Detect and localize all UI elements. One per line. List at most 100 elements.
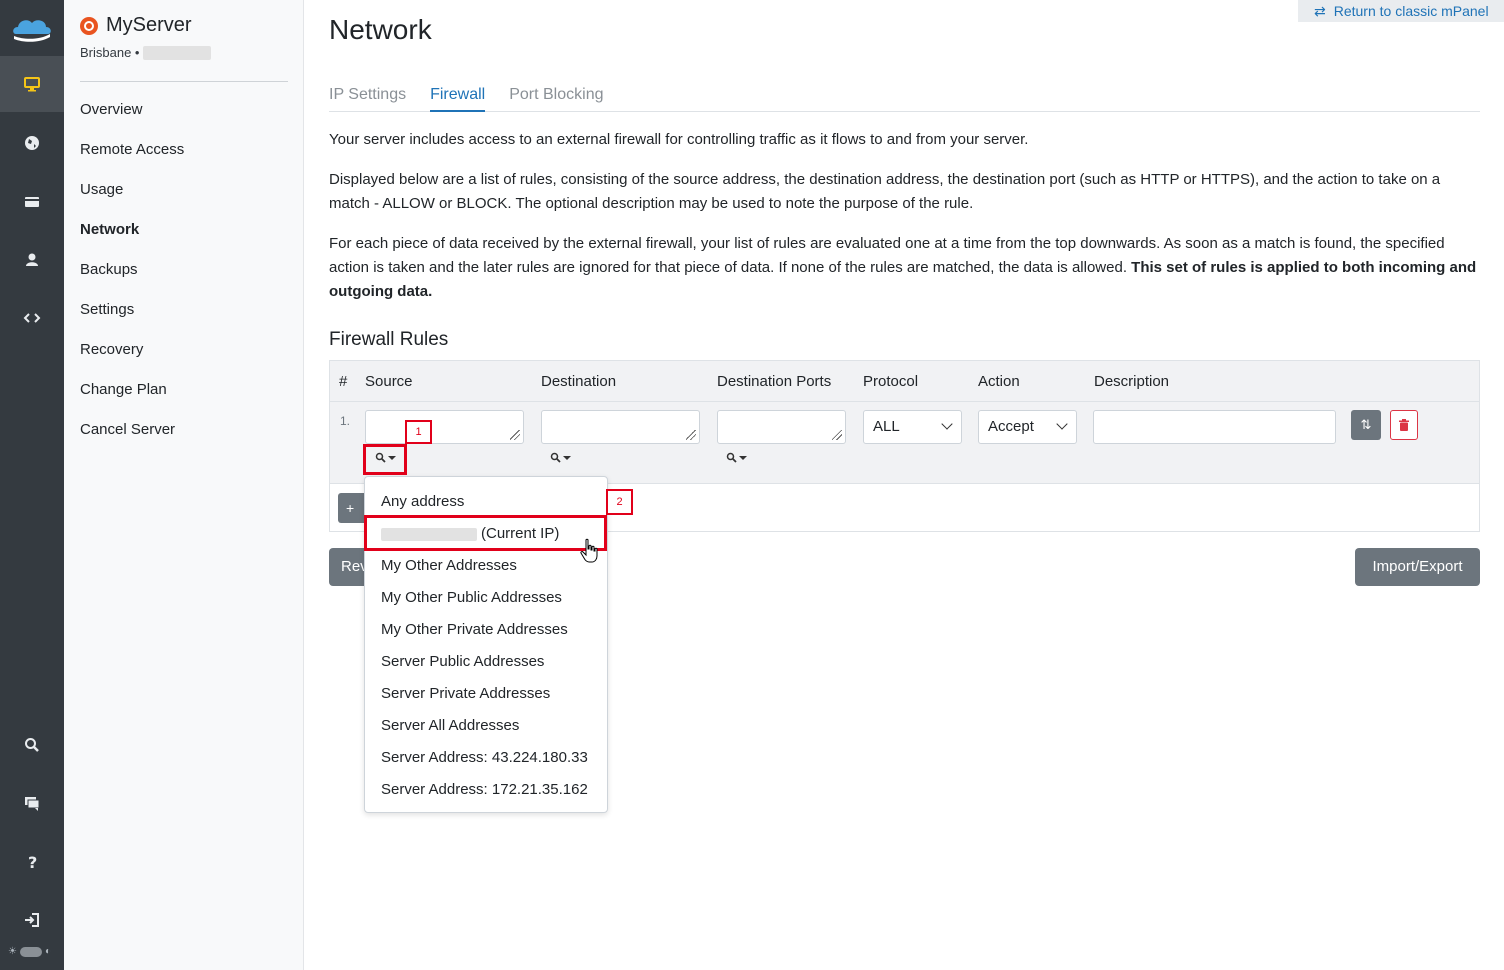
rules-paragraph: Displayed below are a list of rules, con… [329, 171, 1441, 212]
tab-firewall[interactable]: Firewall [430, 84, 486, 112]
dropdown-item-server-address-public[interactable]: Server Address: 43.224.180.33 [365, 742, 607, 774]
rail-servers[interactable] [0, 56, 64, 112]
dropdown-item-any-address[interactable]: Any address [365, 486, 607, 518]
swap-arrows-icon: ⇄ [1314, 2, 1326, 19]
theme-toggle-icon [19, 946, 42, 957]
sidebar-item-cancel-server[interactable]: Cancel Server [80, 410, 288, 450]
rail-chat[interactable] [0, 775, 64, 831]
search-icon [550, 452, 561, 463]
action-select[interactable]: Accept [978, 410, 1077, 444]
import-export-button[interactable]: Import/Export [1355, 548, 1480, 586]
moon-icon: ◐ [44, 946, 52, 957]
dropdown-item-server-all[interactable]: Server All Addresses [365, 710, 607, 742]
protocol-value: ALL [873, 418, 900, 435]
delete-rule-button[interactable] [1390, 410, 1418, 440]
rail-logout[interactable] [0, 892, 64, 948]
col-number: # [339, 373, 348, 390]
hand-cursor-icon [580, 538, 598, 563]
sidebar-nav: Overview Remote Access Usage Network Bac… [80, 90, 288, 450]
caret-down-icon [739, 455, 747, 460]
destination-input[interactable] [541, 410, 700, 444]
rail-search[interactable] [0, 717, 64, 773]
annotation-step-2: 2 [606, 489, 633, 515]
ports-lookup-button[interactable] [726, 452, 747, 463]
sort-arrows-icon: ⇅ [1360, 417, 1372, 432]
intro-paragraph: Your server includes access to an extern… [329, 131, 1029, 148]
monitor-icon [24, 77, 40, 92]
trash-icon [1399, 419, 1409, 431]
server-sidebar: MyServer Brisbane • Overview Remote Acce… [64, 0, 304, 970]
sidebar-item-usage[interactable]: Usage [80, 170, 288, 210]
return-classic-link[interactable]: ⇄ Return to classic mPanel [1298, 0, 1504, 22]
col-action: Action [978, 373, 1020, 390]
rail-help[interactable]: ? [0, 834, 64, 890]
billing-card-icon [25, 197, 39, 207]
search-icon [25, 738, 39, 752]
table-row: 1. ALL Accept ⇅ [330, 402, 1479, 484]
action-value: Accept [988, 418, 1034, 435]
return-classic-label: Return to classic mPanel [1333, 3, 1489, 19]
tab-port-blocking[interactable]: Port Blocking [509, 84, 603, 112]
server-location: Brisbane • [80, 45, 288, 60]
col-destination-ports: Destination Ports [717, 373, 832, 390]
review-changes-button[interactable]: Rev [329, 548, 369, 586]
sidebar-divider [80, 81, 288, 82]
chat-icon [25, 797, 40, 811]
annotation-step-1: 1 [405, 420, 432, 444]
rail-account[interactable] [0, 232, 64, 288]
sidebar-item-network[interactable]: Network [80, 210, 288, 250]
redacted-hostname [143, 45, 212, 60]
move-rule-button[interactable]: ⇅ [1351, 410, 1381, 440]
dropdown-item-my-other-public[interactable]: My Other Public Addresses [365, 582, 607, 614]
sidebar-item-backups[interactable]: Backups [80, 250, 288, 290]
ubuntu-icon [80, 16, 98, 35]
chevron-down-icon [1056, 418, 1068, 430]
dropdown-item-my-other-addresses[interactable]: My Other Addresses [365, 550, 607, 582]
annotation-highlight-current-ip [364, 515, 607, 551]
network-tabs: IP Settings Firewall Port Blocking [329, 84, 1480, 112]
svg-text:?: ? [28, 853, 37, 871]
dropdown-item-server-public[interactable]: Server Public Addresses [365, 646, 607, 678]
row-number: 1. [340, 414, 351, 428]
protocol-select[interactable]: ALL [863, 410, 962, 444]
col-description: Description [1094, 373, 1170, 390]
chevron-down-icon [941, 418, 953, 430]
dropdown-item-my-other-private[interactable]: My Other Private Addresses [365, 614, 607, 646]
theme-toggle[interactable]: ☀ ◐ [8, 946, 51, 957]
rail-domains[interactable] [0, 115, 64, 171]
server-name: MyServer [106, 14, 192, 36]
caret-down-icon [563, 455, 571, 460]
firewall-rules-title: Firewall Rules [329, 329, 449, 350]
sidebar-item-change-plan[interactable]: Change Plan [80, 370, 288, 410]
description-input[interactable] [1093, 410, 1336, 444]
search-icon [726, 452, 737, 463]
server-header: MyServer Brisbane • [80, 14, 288, 60]
sidebar-item-settings[interactable]: Settings [80, 290, 288, 330]
destination-ports-input[interactable] [717, 410, 846, 444]
destination-lookup-button[interactable] [550, 452, 571, 463]
sidebar-item-remote-access[interactable]: Remote Access [80, 130, 288, 170]
col-destination: Destination [541, 373, 617, 390]
annotation-highlight-lookup [363, 444, 407, 475]
server-title: MyServer [80, 14, 288, 37]
col-source: Source [365, 373, 413, 390]
server-location-text: Brisbane • [80, 45, 140, 60]
source-input[interactable] [365, 410, 524, 444]
code-icon [23, 313, 41, 323]
rail-api[interactable] [0, 290, 64, 346]
rail-billing[interactable] [0, 174, 64, 230]
sidebar-item-recovery[interactable]: Recovery [80, 330, 288, 370]
sidebar-item-overview[interactable]: Overview [80, 90, 288, 130]
globe-icon [25, 136, 39, 150]
logout-icon [25, 913, 39, 927]
cloud-logo-icon[interactable] [10, 12, 54, 44]
evaluation-paragraph: For each piece of data received by the e… [329, 232, 1480, 304]
icon-rail: ? ☀ ◐ [0, 0, 64, 970]
col-protocol: Protocol [863, 373, 919, 390]
tab-ip-settings[interactable]: IP Settings [329, 84, 406, 112]
table-header: # Source Destination Destination Ports P… [330, 361, 1479, 402]
dropdown-item-server-address-private[interactable]: Server Address: 172.21.35.162 [365, 774, 607, 806]
sun-icon: ☀ [8, 946, 17, 957]
dropdown-item-server-private[interactable]: Server Private Addresses [365, 678, 607, 710]
page-title: Network [329, 14, 432, 45]
